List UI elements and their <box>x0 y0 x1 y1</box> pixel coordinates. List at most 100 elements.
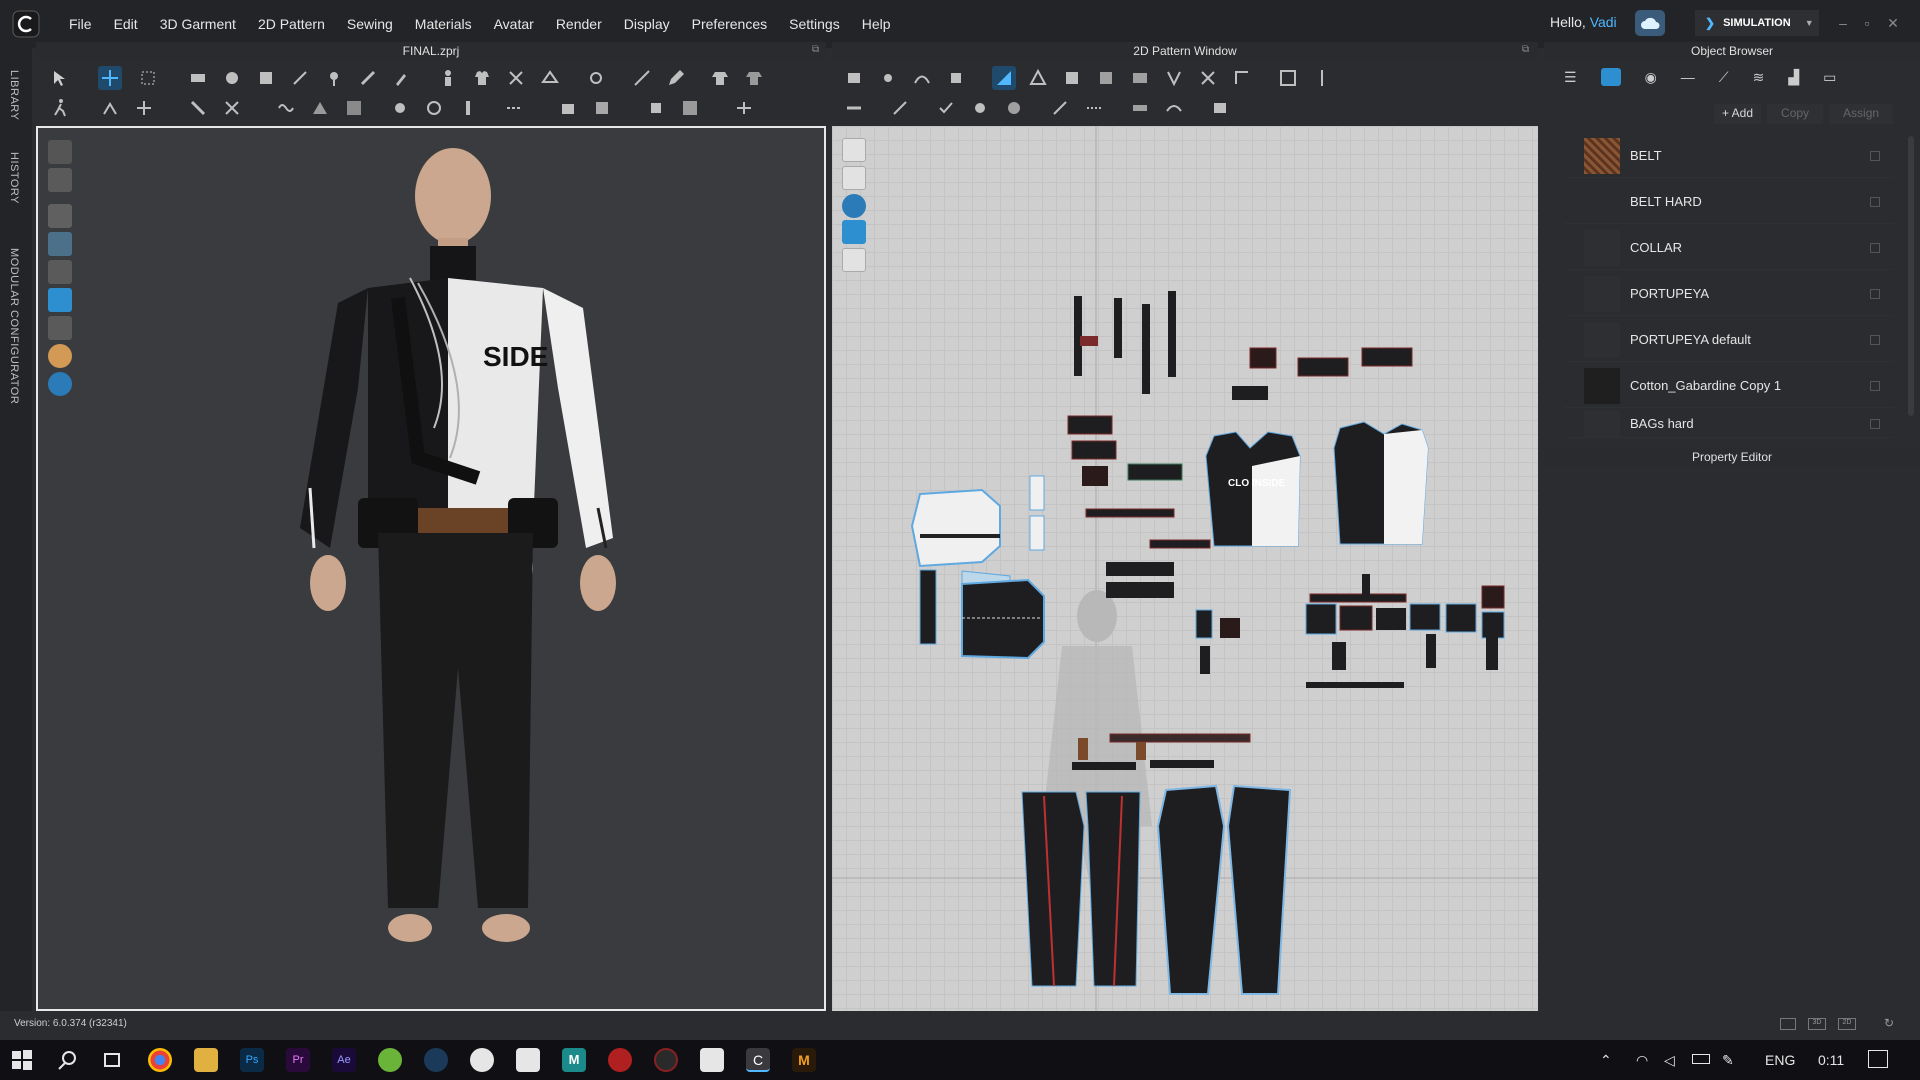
clo-taskbar-icon[interactable]: C <box>746 1048 770 1072</box>
simulation-mode-button[interactable]: ❯ SIMULATION ▼ <box>1695 10 1819 36</box>
fold-pattern-icon[interactable] <box>1230 66 1254 90</box>
topstitch-tab-icon[interactable]: ⟋ <box>1719 69 1729 86</box>
menu-settings[interactable]: Settings <box>778 16 851 32</box>
edit-sewing-icon[interactable] <box>968 96 992 120</box>
elastic-icon[interactable] <box>274 96 298 120</box>
zipper-icon[interactable] <box>456 96 480 120</box>
menu-file[interactable]: File <box>58 16 103 32</box>
delete-icon[interactable] <box>1870 288 1880 299</box>
segment-sewing-icon[interactable] <box>842 96 866 120</box>
volume-icon[interactable]: ◁ <box>1664 1052 1675 1069</box>
list-item[interactable]: COLLAR <box>1564 226 1894 270</box>
clock[interactable]: 0:11 <box>1818 1052 1844 1068</box>
puckering-icon[interactable] <box>556 96 580 120</box>
delete-icon[interactable] <box>1870 380 1880 391</box>
fold-icon[interactable] <box>308 96 332 120</box>
close-button[interactable]: ✕ <box>1884 14 1902 32</box>
assign-fabric-button[interactable]: Assign <box>1829 104 1894 124</box>
strengthen-icon[interactable] <box>186 96 210 120</box>
after-effects-icon[interactable]: Ae <box>332 1048 356 1072</box>
menu-display[interactable]: Display <box>613 16 681 32</box>
gather-icon[interactable] <box>220 66 244 90</box>
notch-icon[interactable] <box>1048 96 1072 120</box>
fabric-icon[interactable] <box>590 96 614 120</box>
puckering-tab-icon[interactable]: ≋ <box>1753 69 1765 86</box>
trace-icon[interactable] <box>1128 66 1152 90</box>
app-red-icon[interactable] <box>608 1048 632 1072</box>
maya-icon[interactable]: M <box>562 1048 586 1072</box>
add-point-icon[interactable] <box>944 66 968 90</box>
3d-undock-icon[interactable]: ⧉ <box>812 44 819 55</box>
wifi-icon[interactable]: ◠ <box>1636 1052 1648 1069</box>
button-icon[interactable] <box>388 96 412 120</box>
list-item[interactable]: BELT HARD <box>1564 180 1894 224</box>
grain-icon[interactable] <box>1162 96 1186 120</box>
list-item[interactable]: PORTUPEYA <box>1564 272 1894 316</box>
trim-icon[interactable] <box>678 96 702 120</box>
minimize-button[interactable]: – <box>1834 14 1852 32</box>
menu-3d-garment[interactable]: 3D Garment <box>149 16 247 32</box>
mirror-icon[interactable] <box>1310 66 1334 90</box>
tab-library[interactable]: LIBRARY <box>8 70 20 120</box>
pin-icon[interactable] <box>322 66 346 90</box>
user-name[interactable]: Vadi <box>1590 14 1617 30</box>
menu-sewing[interactable]: Sewing <box>336 16 404 32</box>
fabric-tab-icon[interactable] <box>1600 68 1621 86</box>
tack-icon[interactable] <box>288 66 312 90</box>
sew-icon[interactable] <box>504 66 528 90</box>
tab-modular-configurator[interactable]: MODULAR CONFIGURATOR <box>8 248 20 404</box>
arrange-icon[interactable] <box>132 96 156 120</box>
button-tab-icon[interactable]: ◉ <box>1645 69 1657 86</box>
trim-tab-icon[interactable]: ▟ <box>1788 69 1799 86</box>
pen-icon[interactable]: ✎ <box>1722 1052 1734 1069</box>
refresh-icon[interactable]: ↻ <box>1884 1016 1894 1030</box>
layout-3d-icon[interactable]: 3D <box>1808 1018 1826 1030</box>
shirt-back-icon[interactable] <box>742 66 766 90</box>
buttonhole-tab-icon[interactable]: — <box>1681 69 1695 85</box>
menu-help[interactable]: Help <box>851 16 902 32</box>
stitch-line-icon[interactable] <box>1082 96 1106 120</box>
edit-curvature-icon[interactable] <box>910 66 934 90</box>
zbrush-icon[interactable] <box>516 1048 540 1072</box>
menu-preferences[interactable]: Preferences <box>681 16 778 32</box>
transform-icon[interactable] <box>98 66 122 90</box>
line-tool-icon[interactable] <box>630 66 654 90</box>
tack-on-pattern-icon[interactable] <box>1002 96 1026 120</box>
measure-tab-icon[interactable]: ▭ <box>1823 69 1836 86</box>
menu-materials[interactable]: Materials <box>404 16 483 32</box>
texture-icon[interactable] <box>342 96 366 120</box>
battery-icon[interactable] <box>1692 1054 1710 1064</box>
list-item[interactable]: Cotton_Gabardine Copy 1 <box>1564 364 1894 408</box>
polygon-icon[interactable] <box>1026 66 1050 90</box>
app-dark-icon[interactable] <box>654 1048 678 1072</box>
copy-fabric-button[interactable]: Copy <box>1767 104 1824 124</box>
seam-allowance-icon[interactable] <box>1276 66 1300 90</box>
garment-icon[interactable] <box>470 66 494 90</box>
layout-2d-icon[interactable]: 2D <box>1838 1018 1856 1030</box>
hanger-icon[interactable] <box>538 66 562 90</box>
menu-edit[interactable]: Edit <box>103 16 149 32</box>
delete-icon[interactable] <box>1870 334 1880 345</box>
task-view-icon[interactable] <box>100 1048 124 1072</box>
select-move-icon[interactable] <box>48 66 72 90</box>
ruler-icon[interactable] <box>1128 96 1152 120</box>
list-item[interactable]: BAGs hard <box>1564 410 1894 438</box>
restore-button[interactable]: ▫ <box>1858 14 1876 32</box>
transform-pattern-icon[interactable] <box>992 66 1016 90</box>
file-explorer-icon[interactable] <box>194 1048 218 1072</box>
pose-icon[interactable] <box>98 96 122 120</box>
avatar-icon[interactable] <box>436 66 460 90</box>
buttonhole-icon[interactable] <box>422 96 446 120</box>
premiere-icon[interactable]: Pr <box>286 1048 310 1072</box>
clo-logo-icon[interactable] <box>6 4 46 44</box>
fold-arrangement-icon[interactable] <box>186 66 210 90</box>
avatar-figure[interactable]: SIDE <box>38 128 824 1008</box>
object-browser-scrollbar[interactable] <box>1908 136 1914 416</box>
internal-polygon-icon[interactable] <box>1094 66 1118 90</box>
photoshop-icon[interactable]: Ps <box>240 1048 264 1072</box>
search-icon[interactable] <box>56 1048 80 1072</box>
check-sewing-icon[interactable] <box>934 96 958 120</box>
steam-icon[interactable] <box>424 1048 448 1072</box>
measure-icon[interactable] <box>356 66 380 90</box>
fabric-pattern-icon[interactable] <box>1208 96 1232 120</box>
